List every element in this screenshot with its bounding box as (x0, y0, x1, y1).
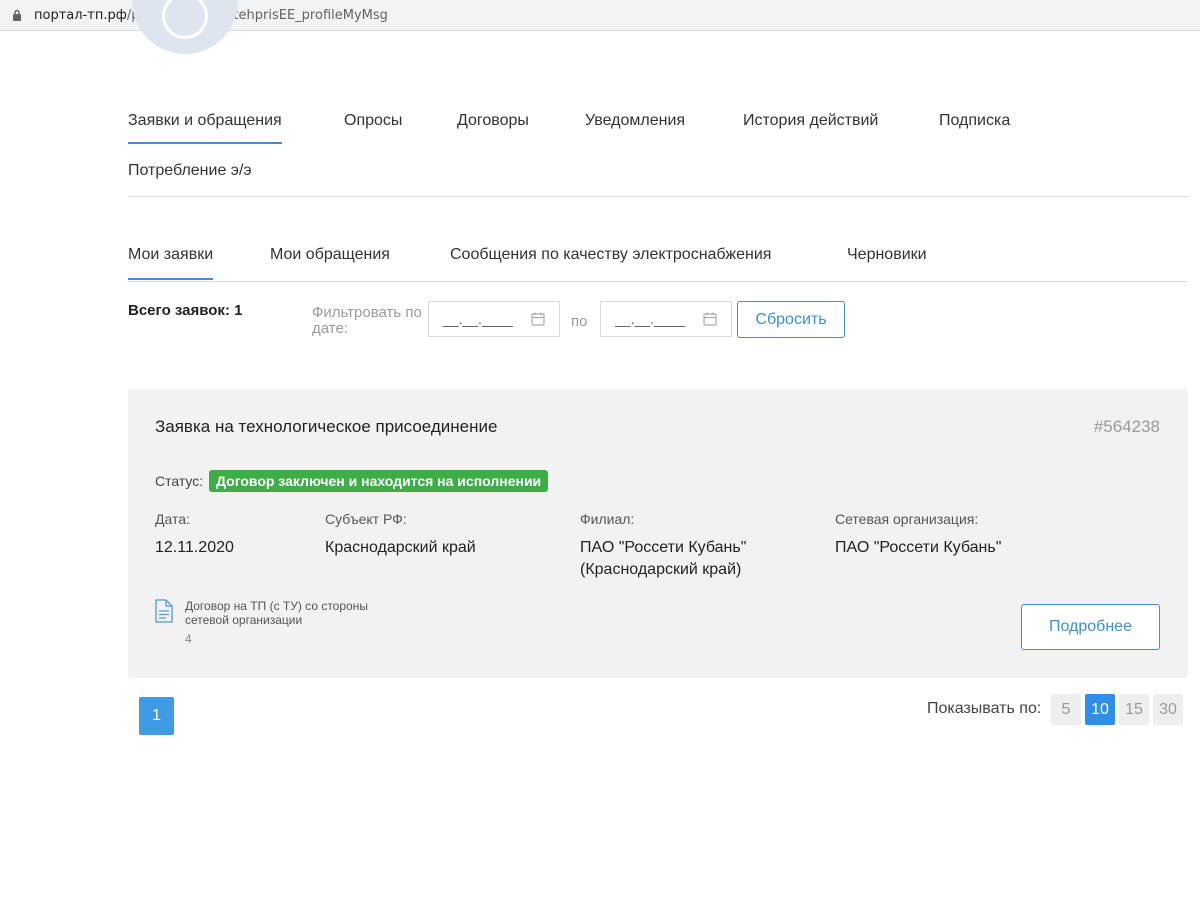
date-to-mask: __.__.____ (615, 311, 686, 327)
page-size-option[interactable]: 15 (1119, 694, 1149, 725)
tab-notifications[interactable]: Уведомления (585, 112, 685, 130)
subtab-my-appeals[interactable]: Мои обращения (270, 246, 390, 264)
date-from-input[interactable]: __.__.____ (428, 301, 560, 337)
field-value: 12.11.2020 (155, 539, 234, 556)
tab-action-history[interactable]: История действий (743, 112, 878, 130)
reset-button[interactable]: Сбросить (737, 301, 845, 338)
field-subject: Субъект РФ: Краснодарский край (325, 511, 476, 559)
status-label: Статус: (155, 473, 204, 489)
subtab-drafts[interactable]: Черновики (847, 246, 927, 264)
total-requests: Всего заявок: 1 (128, 302, 243, 319)
page-size-option[interactable]: 5 (1051, 694, 1081, 725)
url-host: портал-тп.рф (34, 7, 127, 23)
document-text: Договор на ТП (с ТУ) со стороны сетевой … (185, 599, 368, 627)
subtab-my-requests[interactable]: Мои заявки (128, 246, 214, 280)
document-icon (155, 599, 173, 623)
date-from-mask: __.__.____ (443, 311, 514, 327)
field-value: ПАО "Россети Кубань" (835, 539, 1002, 556)
calendar-icon[interactable] (531, 312, 545, 326)
document-link[interactable]: Договор на ТП (с ТУ) со стороны сетевой … (155, 599, 395, 646)
field-label: Филиал: (580, 511, 635, 527)
request-card: Заявка на технологическое присоединение … (128, 389, 1188, 678)
calendar-icon[interactable] (703, 312, 717, 326)
page-size-option[interactable]: 30 (1153, 694, 1183, 725)
divider (128, 196, 1188, 197)
page-size-option-active[interactable]: 10 (1085, 694, 1115, 725)
subtab-quality-messages[interactable]: Сообщения по качеству электроснабжения (450, 246, 771, 264)
lock-icon (10, 8, 24, 22)
date-filter-label: Фильтровать по дате: (312, 304, 422, 337)
date-to-input[interactable]: __.__.____ (600, 301, 732, 337)
tab-energy-consumption[interactable]: Потребление э/э (128, 162, 252, 180)
tab-surveys[interactable]: Опросы (344, 112, 402, 130)
date-separator: по (571, 313, 588, 330)
field-network-org: Сетевая организация: ПАО "Россети Кубань… (835, 511, 1001, 559)
avatar (132, 0, 238, 54)
field-value: Краснодарский край (325, 539, 476, 556)
tab-requests-and-appeals[interactable]: Заявки и обращения (128, 112, 282, 144)
request-title: Заявка на технологическое присоединение (155, 417, 498, 436)
page-size-label: Показывать по: (927, 700, 1042, 717)
request-id: #564238 (1093, 417, 1160, 436)
tab-contracts[interactable]: Договоры (457, 112, 529, 130)
details-button[interactable]: Подробнее (1021, 604, 1160, 650)
tab-subscription[interactable]: Подписка (939, 112, 1010, 130)
field-label: Сетевая организация: (835, 511, 979, 527)
field-label: Субъект РФ: (325, 511, 407, 527)
field-date: Дата: 12.11.2020 (155, 511, 234, 559)
field-value: ПАО "Россети Кубань" (Краснодарский край… (580, 539, 747, 578)
document-count: 4 (185, 632, 192, 646)
page-button-current[interactable]: 1 (139, 697, 174, 735)
field-branch: Филиал: ПАО "Россети Кубань" (Краснодарс… (580, 511, 780, 581)
divider (128, 281, 1188, 282)
field-label: Дата: (155, 511, 190, 527)
status-badge: Договор заключен и находится на исполнен… (209, 470, 549, 492)
